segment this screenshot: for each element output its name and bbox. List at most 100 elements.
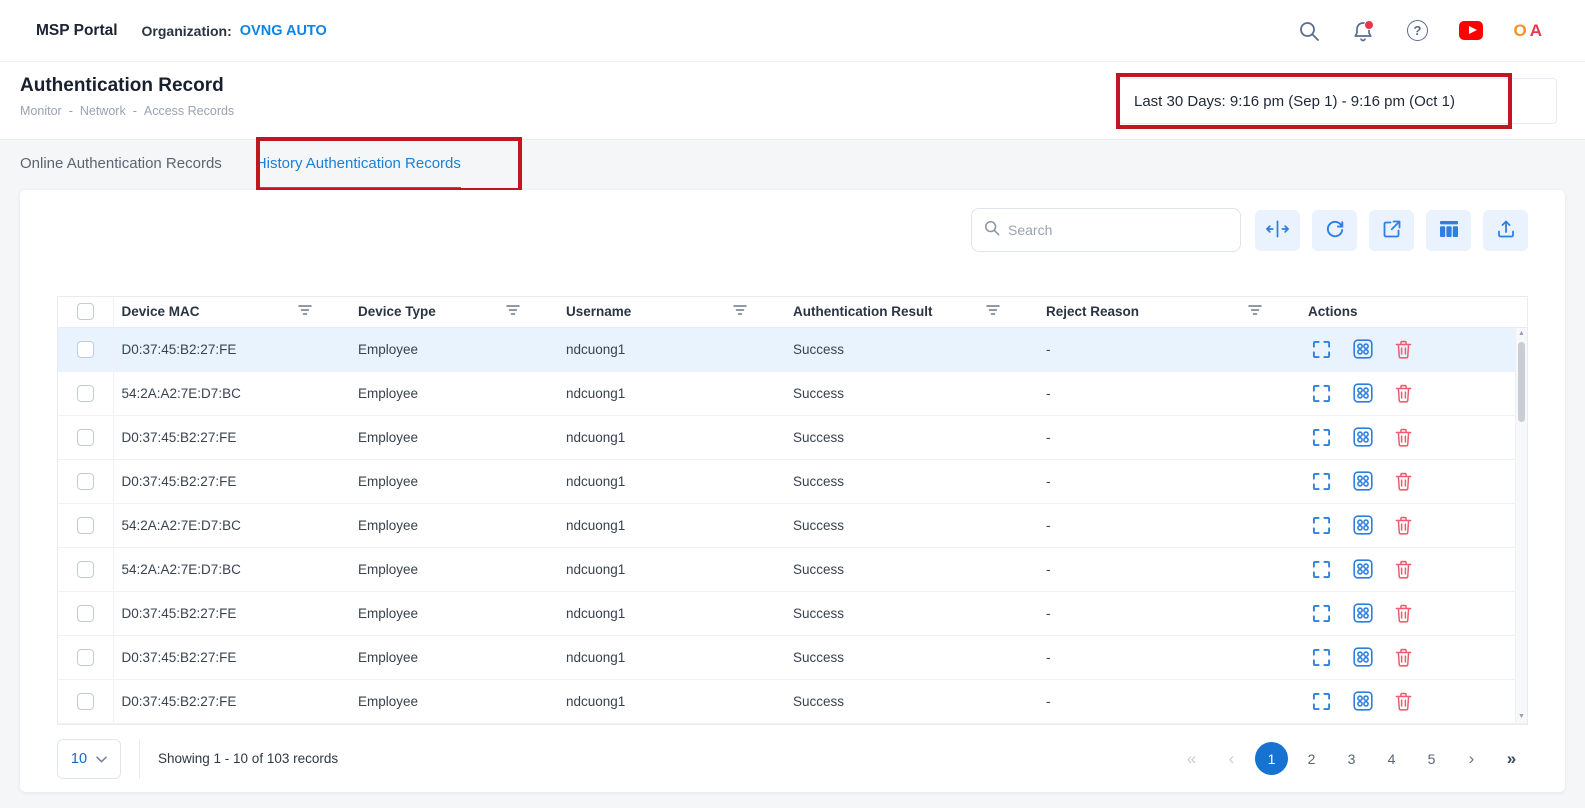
cell-username: ndcuong1 [558,547,785,591]
filter-icon[interactable] [298,304,312,319]
pagination-page-button[interactable]: 1 [1255,742,1288,775]
delete-record-icon[interactable] [1395,340,1412,359]
table-footer: 10 Showing 1 - 10 of 103 records « ‹ 1 2… [57,739,1528,779]
record-details-icon[interactable] [1353,427,1373,447]
pagination-page-button[interactable]: 2 [1295,742,1328,775]
row-checkbox[interactable] [77,561,94,578]
tab-history-authentication-records[interactable]: History Authentication Records [256,140,461,190]
help-icon[interactable]: ? [1405,19,1429,43]
delete-record-icon[interactable] [1395,472,1412,491]
table-scrollbar[interactable]: ▲ ▼ [1515,328,1527,723]
table-row[interactable]: D0:37:45:B2:27:FE Employee ndcuong1 Succ… [58,679,1527,723]
row-checkbox[interactable] [77,429,94,446]
columns-button[interactable] [1426,210,1471,251]
filter-icon[interactable] [986,304,1000,319]
record-details-icon[interactable] [1353,603,1373,623]
filter-icon[interactable] [733,304,747,319]
row-checkbox[interactable] [77,473,94,490]
cell-device-type: Employee [350,679,558,723]
delete-record-icon[interactable] [1395,692,1412,711]
expand-record-icon[interactable] [1312,340,1331,359]
select-all-checkbox[interactable] [77,303,94,320]
organization-value[interactable]: OVNG AUTO [240,23,327,39]
record-details-icon[interactable] [1353,383,1373,403]
pagination-last-button[interactable]: » [1495,742,1528,775]
search-input[interactable] [1008,222,1228,238]
delete-record-icon[interactable] [1395,604,1412,623]
cell-authentication-result: Success [785,591,1038,635]
table-row[interactable]: D0:37:45:B2:27:FE Employee ndcuong1 Succ… [58,459,1527,503]
cell-device-mac: D0:37:45:B2:27:FE [113,459,350,503]
fullscreen-button[interactable] [1369,210,1414,251]
pagination-prev-button[interactable]: ‹ [1215,742,1248,775]
row-checkbox[interactable] [77,385,94,402]
delete-record-icon[interactable] [1395,384,1412,403]
delete-record-icon[interactable] [1395,428,1412,447]
fit-columns-button[interactable] [1255,210,1300,251]
table-row[interactable]: D0:37:45:B2:27:FE Employee ndcuong1 Succ… [58,327,1527,371]
pagination-page-button[interactable]: 3 [1335,742,1368,775]
row-checkbox[interactable] [77,693,94,710]
cell-device-type: Employee [350,415,558,459]
cell-device-type: Employee [350,327,558,371]
cell-authentication-result: Success [785,459,1038,503]
tab-online-authentication-records[interactable]: Online Authentication Records [20,140,222,190]
row-checkbox[interactable] [77,605,94,622]
scrollbar-thumb[interactable] [1518,342,1525,422]
expand-record-icon[interactable] [1312,560,1331,579]
notifications-icon[interactable] [1351,19,1375,43]
expand-record-icon[interactable] [1312,516,1331,535]
record-details-icon[interactable] [1353,691,1373,711]
expand-record-icon[interactable] [1312,384,1331,403]
cell-reject-reason: - [1038,503,1300,547]
records-table: Device MAC Device Type Username Authenti… [57,296,1528,725]
row-checkbox[interactable] [77,341,94,358]
organization-selector[interactable]: Organization: OVNG AUTO [142,23,327,39]
refresh-icon [1325,219,1345,242]
record-details-icon[interactable] [1353,515,1373,535]
delete-record-icon[interactable] [1395,516,1412,535]
table-row[interactable]: D0:37:45:B2:27:FE Employee ndcuong1 Succ… [58,591,1527,635]
pagination-page-button[interactable]: 5 [1415,742,1448,775]
delete-record-icon[interactable] [1395,560,1412,579]
table-row[interactable]: 54:2A:A2:7E:D7:BC Employee ndcuong1 Succ… [58,371,1527,415]
record-details-icon[interactable] [1353,559,1373,579]
table-row[interactable]: 54:2A:A2:7E:D7:BC Employee ndcuong1 Succ… [58,503,1527,547]
scrollbar-up-icon[interactable]: ▲ [1516,328,1527,340]
page-size-select[interactable]: 10 [57,739,121,779]
filter-icon[interactable] [1248,304,1262,319]
expand-record-icon[interactable] [1312,648,1331,667]
table-row[interactable]: 54:2A:A2:7E:D7:BC Employee ndcuong1 Succ… [58,547,1527,591]
youtube-icon[interactable] [1459,19,1483,43]
table-row[interactable]: D0:37:45:B2:27:FE Employee ndcuong1 Succ… [58,635,1527,679]
row-checkbox[interactable] [77,517,94,534]
search-icon[interactable] [1297,19,1321,43]
scrollbar-down-icon[interactable]: ▼ [1516,711,1527,723]
record-details-icon[interactable] [1353,471,1373,491]
filter-icon[interactable] [506,304,520,319]
table-row[interactable]: D0:37:45:B2:27:FE Employee ndcuong1 Succ… [58,415,1527,459]
date-range-picker[interactable]: Last 30 Days: 9:16 pm (Sep 1) - 9:16 pm … [1119,78,1557,124]
record-details-icon[interactable] [1353,647,1373,667]
breadcrumb-access-records[interactable]: Access Records [144,104,234,118]
breadcrumb-monitor[interactable]: Monitor [20,104,62,118]
export-button[interactable] [1483,210,1528,251]
pagination-page-button[interactable]: 4 [1375,742,1408,775]
row-checkbox[interactable] [77,649,94,666]
pagination-first-button[interactable]: « [1175,742,1208,775]
expand-record-icon[interactable] [1312,604,1331,623]
expand-record-icon[interactable] [1312,472,1331,491]
expand-record-icon[interactable] [1312,428,1331,447]
breadcrumb-network[interactable]: Network [80,104,126,118]
refresh-button[interactable] [1312,210,1357,251]
delete-record-icon[interactable] [1395,648,1412,667]
breadcrumb-separator: - [133,104,137,118]
record-details-icon[interactable] [1353,339,1373,359]
avatar[interactable]: OA [1513,21,1545,41]
cell-authentication-result: Success [785,503,1038,547]
expand-record-icon[interactable] [1312,692,1331,711]
cell-authentication-result: Success [785,327,1038,371]
cell-reject-reason: - [1038,415,1300,459]
cell-reject-reason: - [1038,547,1300,591]
pagination-next-button[interactable]: › [1455,742,1488,775]
